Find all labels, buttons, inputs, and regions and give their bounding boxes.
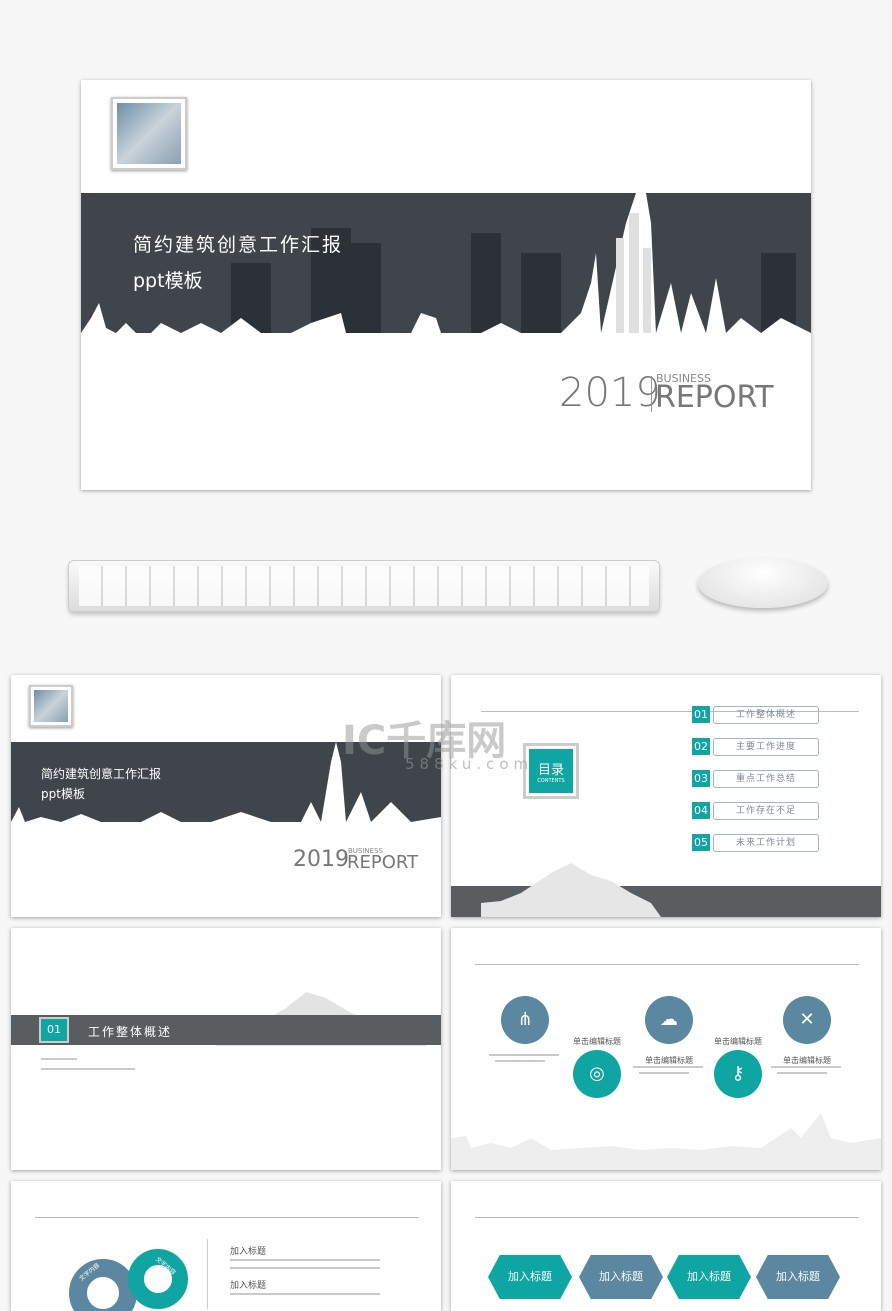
hexagon-label[interactable]: 加入标题 — [579, 1255, 663, 1299]
text-placeholder — [230, 1259, 380, 1261]
toc-number: 01 — [692, 706, 710, 723]
city-skyline — [481, 863, 661, 917]
divider — [475, 1217, 859, 1218]
hexagon-label[interactable]: 加入标题 — [756, 1255, 840, 1299]
cover-subtitle: ppt模板 — [41, 787, 85, 801]
text-placeholder — [639, 1072, 689, 1074]
text-placeholder — [495, 1060, 545, 1062]
contents-subtitle: CONTENTS — [537, 778, 565, 784]
text-placeholder — [41, 1068, 135, 1070]
report-label: REPORT — [655, 380, 774, 415]
toc-item[interactable]: 工作存在不足 — [713, 802, 819, 820]
keyboard — [68, 560, 660, 612]
toc-number: 05 — [692, 834, 710, 851]
section-band — [11, 1015, 441, 1045]
slide-cycle[interactable]: 文字内容 文字内容 加入标题 加入标题 — [11, 1181, 441, 1311]
text-placeholder — [771, 1066, 841, 1068]
toc-item[interactable]: 未来工作计划 — [713, 834, 819, 852]
toc-item[interactable]: 主要工作进度 — [713, 738, 819, 756]
photo-frame — [29, 685, 73, 727]
cycle-left-ring — [69, 1259, 137, 1311]
watermark-url: 588ku.com — [405, 755, 534, 773]
timeline-title: 单击编辑标题 — [573, 1037, 621, 1046]
photo — [34, 690, 68, 722]
cover-slide: 简约建筑创意工作汇报 ppt模板 2019 BUSINESS REPORT — [81, 80, 811, 490]
hierarchy-pin: ⋔ — [501, 996, 549, 1044]
slide-contents[interactable]: 目录 CONTENTS 01 工作整体概述 02 主要工作进度 03 重点工作总结 04 工作… — [451, 675, 881, 917]
toc-number: 02 — [692, 738, 710, 755]
mouse — [698, 558, 828, 608]
cover-subtitle: ppt模板 — [133, 270, 203, 292]
text-placeholder — [777, 1072, 827, 1074]
cover-year: 2019 — [559, 370, 661, 416]
toc-number: 04 — [692, 802, 710, 819]
timeline-title: 单击编辑标题 — [714, 1037, 762, 1046]
slide-timeline[interactable]: ⋔ ◎ 单击编辑标题 ☁ 单击编辑标题 ⚷ 单击编辑标题 ✕ 单击编辑标题 — [451, 928, 881, 1170]
divider — [651, 376, 652, 412]
section-number: 01 — [39, 1017, 69, 1043]
city-skyline — [451, 1113, 881, 1170]
slide-hexagons[interactable]: 加入标题 加入标题 加入标题 加入标题 — [451, 1181, 881, 1311]
hexagon-label[interactable]: 加入标题 — [667, 1255, 751, 1299]
divider — [35, 1217, 419, 1218]
text-placeholder — [230, 1293, 380, 1295]
toc-item[interactable]: 工作整体概述 — [713, 706, 819, 724]
report-label: REPORT — [347, 852, 419, 873]
toc-item[interactable]: 重点工作总结 — [713, 770, 819, 788]
cloud-upload-pin: ☁ — [645, 996, 693, 1044]
tools-icon: ✕ — [799, 1009, 815, 1030]
text-placeholder — [489, 1054, 559, 1056]
text-placeholder — [230, 1267, 380, 1269]
divider — [475, 964, 859, 965]
hexagon-label[interactable]: 加入标题 — [488, 1255, 572, 1299]
cover-year: 2019 — [293, 847, 349, 872]
hierarchy-icon: ⋔ — [517, 1009, 533, 1030]
lifebuoy-pin: ◎ — [573, 1050, 621, 1098]
keys — [79, 566, 649, 606]
section-title: 工作整体概述 — [88, 1025, 173, 1039]
photo — [117, 103, 181, 164]
key-pin: ⚷ — [714, 1050, 762, 1098]
contents-title: 目录 — [537, 763, 564, 778]
cover-title: 简约建筑创意工作汇报 — [41, 767, 162, 781]
heading: 加入标题 — [230, 1247, 267, 1257]
timeline-title: 单击编辑标题 — [783, 1056, 831, 1065]
text-placeholder — [633, 1066, 703, 1068]
divider — [207, 1239, 208, 1309]
photo-frame — [111, 97, 187, 170]
cover-title: 简约建筑创意工作汇报 — [133, 234, 344, 256]
key-icon: ⚷ — [731, 1063, 745, 1084]
timeline-title: 单击编辑标题 — [645, 1056, 693, 1065]
heading: 加入标题 — [230, 1281, 267, 1291]
text-placeholder — [41, 1058, 77, 1060]
tools-pin: ✕ — [783, 996, 831, 1044]
cloud-upload-icon: ☁ — [660, 1009, 678, 1030]
slide-section-01[interactable]: 01 工作整体概述 — [11, 928, 441, 1170]
lifebuoy-icon: ◎ — [589, 1063, 605, 1084]
toc-number: 03 — [692, 770, 710, 787]
